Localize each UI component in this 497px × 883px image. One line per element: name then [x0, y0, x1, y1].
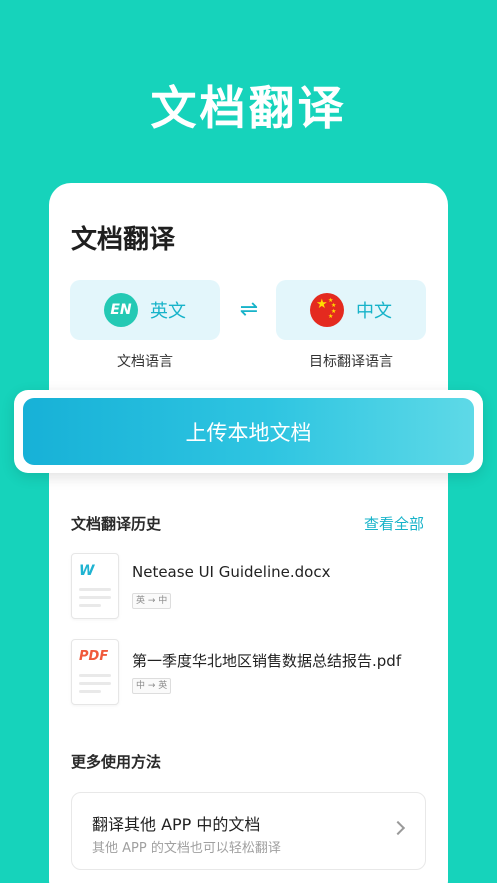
hero-title: 文档翻译 — [150, 81, 347, 135]
source-language-name: 英文 — [150, 301, 186, 322]
english-flag-icon: EN — [104, 293, 138, 327]
docx-file-icon[interactable]: W — [71, 553, 119, 619]
target-language-name: 中文 — [356, 301, 392, 322]
view-all-link[interactable]: 查看全部 — [364, 513, 424, 534]
chevron-right-icon — [390, 820, 406, 836]
history-item-name[interactable]: 第一季度华北地区销售数据总结报告.pdf — [132, 650, 401, 671]
upload-button-container: 上传本地文档 — [14, 390, 483, 473]
source-language-selector[interactable]: EN 英文 — [70, 280, 220, 340]
swap-languages-icon[interactable]: ⇌ — [235, 297, 263, 323]
target-language-caption: 目标翻译语言 — [309, 354, 393, 370]
more-methods-title: 更多使用方法 — [71, 753, 162, 771]
target-language-selector[interactable]: ★ ★ ★ ★ ★ 中文 — [276, 280, 426, 340]
history-item-language-pair: 中 → 英 — [132, 678, 172, 694]
history-section-title: 文档翻译历史 — [71, 515, 162, 533]
history-item-name[interactable]: Netease UI Guideline.docx — [132, 563, 330, 581]
more-item-title: 翻译其他 APP 中的文档 — [92, 815, 261, 834]
upload-local-document-button[interactable]: 上传本地文档 — [23, 398, 474, 465]
china-flag-icon: ★ ★ ★ ★ ★ — [310, 293, 344, 327]
pdf-type-tag: PDF — [79, 649, 109, 664]
docx-type-tag: W — [79, 563, 95, 579]
card-title: 文档翻译 — [71, 225, 176, 255]
more-item-subtitle: 其他 APP 的文档也可以轻松翻译 — [92, 841, 281, 856]
history-item-language-pair: 英 → 中 — [132, 593, 172, 609]
source-language-caption: 文档语言 — [117, 354, 173, 370]
pdf-file-icon[interactable]: PDF — [71, 639, 119, 705]
translate-other-app-card[interactable]: 翻译其他 APP 中的文档 其他 APP 的文档也可以轻松翻译 — [71, 792, 426, 870]
